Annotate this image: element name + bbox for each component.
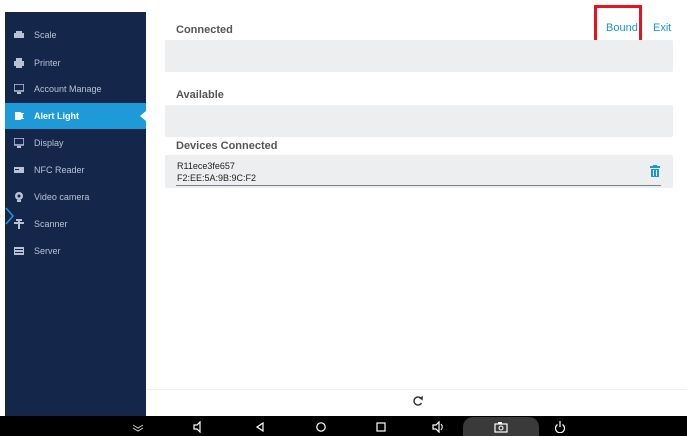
sidebar-item-label: Alert Light bbox=[34, 111, 79, 121]
power-icon[interactable] bbox=[554, 420, 566, 434]
refresh-icon[interactable] bbox=[412, 394, 424, 406]
sidebar-item-video-camera[interactable]: Video camera bbox=[5, 184, 146, 210]
server-icon bbox=[14, 246, 24, 256]
available-list bbox=[165, 105, 673, 137]
sidebar-item-label: NFC Reader bbox=[34, 165, 85, 175]
back-icon[interactable] bbox=[254, 420, 266, 433]
recent-apps-icon[interactable] bbox=[375, 420, 387, 432]
sidebar-item-label: Video camera bbox=[34, 192, 90, 202]
sidebar-item-label: Account Manage bbox=[34, 84, 102, 94]
footer-divider bbox=[146, 389, 687, 390]
sidebar-item-label: Scale bbox=[34, 30, 57, 40]
sidebar-item-display[interactable]: Display bbox=[5, 130, 146, 156]
delete-icon[interactable] bbox=[650, 164, 660, 177]
account-icon bbox=[14, 84, 24, 94]
sidebar-item-label: Display bbox=[34, 138, 64, 148]
sidebar-item-account-manage[interactable]: Account Manage bbox=[5, 76, 146, 102]
printer-icon bbox=[14, 58, 24, 68]
main-panel: Connected Bound Exit Available Devices C… bbox=[146, 5, 687, 416]
system-nav-bar bbox=[0, 416, 687, 436]
sidebar-item-server[interactable]: Server bbox=[5, 238, 146, 264]
connected-list bbox=[165, 40, 673, 72]
alert-light-icon bbox=[14, 111, 24, 121]
sidebar-item-label: Scanner bbox=[34, 219, 68, 229]
volume-up-icon[interactable] bbox=[432, 420, 444, 434]
device-underline bbox=[176, 185, 661, 186]
screenshot-icon[interactable] bbox=[494, 420, 508, 433]
display-icon bbox=[14, 138, 24, 148]
sidebar-item-label: Server bbox=[34, 246, 61, 256]
scale-icon bbox=[14, 30, 24, 40]
home-icon[interactable] bbox=[315, 420, 327, 432]
sidebar-item-printer[interactable]: Printer bbox=[5, 50, 146, 76]
sidebar-item-nfc-reader[interactable]: NFC Reader bbox=[5, 157, 146, 183]
collapse-chevron-icon[interactable] bbox=[132, 420, 144, 432]
device-card[interactable]: R11ece3fe657 F2:EE:5A:9B:9C:F2 bbox=[165, 155, 673, 188]
sidebar-item-label: Printer bbox=[34, 58, 61, 68]
scanner-icon bbox=[14, 219, 24, 229]
device-mac: F2:EE:5A:9B:9C:F2 bbox=[177, 173, 257, 183]
volume-down-icon[interactable] bbox=[192, 420, 204, 434]
sidebar-item-scanner[interactable]: Scanner bbox=[5, 211, 146, 237]
sidebar-item-scale[interactable]: Scale bbox=[5, 22, 146, 48]
edge-handle-icon[interactable] bbox=[5, 205, 15, 227]
section-title-connected: Connected bbox=[176, 24, 233, 36]
sidebar: Scale Printer Account Manage Alert Light… bbox=[5, 12, 146, 416]
status-strip bbox=[0, 0, 687, 12]
device-name: R11ece3fe657 bbox=[177, 161, 235, 171]
section-title-available: Available bbox=[176, 89, 224, 101]
section-title-devices-connected: Devices Connected bbox=[176, 140, 278, 152]
sidebar-item-alert-light[interactable]: Alert Light bbox=[5, 103, 146, 129]
nfc-icon bbox=[14, 165, 24, 175]
exit-button[interactable]: Exit bbox=[653, 22, 671, 34]
camera-icon bbox=[14, 192, 24, 202]
